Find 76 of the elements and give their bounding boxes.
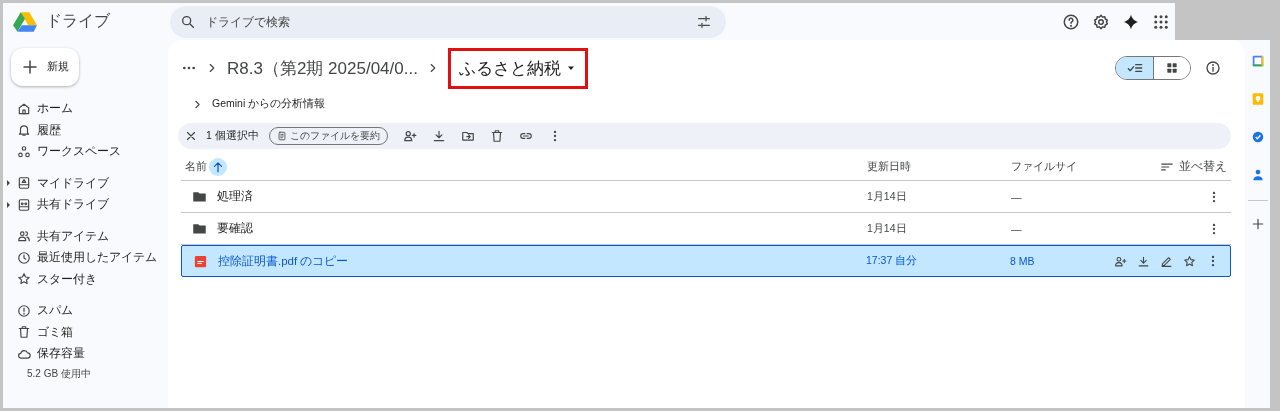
current-folder-button[interactable]: ふるさと納税 <box>447 47 588 89</box>
person-icon[interactable] <box>1250 168 1265 182</box>
workspace-icon <box>17 144 31 159</box>
help-icon[interactable] <box>1062 12 1080 31</box>
share-icon[interactable] <box>402 129 417 143</box>
nav-item[interactable]: スター付き <box>7 268 168 290</box>
sort-button[interactable]: 並べ替え <box>1160 159 1227 174</box>
file-name: 控除証明書.pdf のコピー <box>218 253 349 269</box>
star-icon <box>17 272 31 287</box>
home-icon <box>17 101 31 116</box>
list-view-button[interactable] <box>1116 57 1153 79</box>
share-icon[interactable] <box>1114 254 1127 268</box>
apps-icon[interactable] <box>1152 12 1170 31</box>
trash-icon <box>17 325 31 340</box>
bell-icon <box>17 123 31 138</box>
modified-date: 1月14日 <box>867 221 907 234</box>
calendar-icon[interactable] <box>1250 54 1265 68</box>
expand-icon[interactable] <box>7 180 10 187</box>
file-row[interactable]: 控除証明書.pdf のコピー 17:37 自分 8 MB <box>181 245 1231 277</box>
search-icon <box>180 13 196 30</box>
warning-icon <box>17 303 31 318</box>
nav-item[interactable]: マイドライブ <box>7 172 168 194</box>
nav-item[interactable]: 共有アイテム <box>7 225 168 247</box>
download-icon[interactable] <box>1137 254 1150 268</box>
plus-icon <box>21 58 39 76</box>
task-icon[interactable] <box>1250 130 1265 144</box>
modified-date: 17:37 自分 <box>866 254 918 266</box>
shared-drive-icon <box>17 197 31 212</box>
view-toggle[interactable] <box>1115 56 1191 80</box>
edit-icon[interactable] <box>1160 254 1173 268</box>
folder-icon <box>192 221 207 236</box>
nav-item[interactable]: ホーム <box>7 98 168 120</box>
people-icon <box>17 229 31 244</box>
nav-item[interactable]: スパム <box>7 300 168 322</box>
filter-icon <box>696 13 712 30</box>
nav-item[interactable]: 履歴 <box>7 119 168 141</box>
download-icon[interactable] <box>431 129 446 143</box>
search-field[interactable]: ドライブで検索 <box>204 13 688 30</box>
nav-item[interactable]: ワークスペース <box>7 141 168 163</box>
info-icon[interactable] <box>1205 60 1221 76</box>
sort-ascending-icon[interactable] <box>211 159 225 174</box>
modified-date: 1月14日 <box>867 189 907 202</box>
search-bar[interactable]: ドライブで検索 <box>170 5 726 38</box>
star-icon[interactable] <box>1183 254 1196 268</box>
grid-icon <box>1164 60 1180 76</box>
nav-item[interactable]: 共有ドライブ <box>7 194 168 216</box>
storage-text: 5.2 GB 使用中 <box>26 366 92 381</box>
nav-item[interactable]: 最近使用したアイテム <box>7 247 168 269</box>
grid-view-button[interactable] <box>1153 57 1190 79</box>
column-header[interactable]: ファイルサイ <box>1011 159 1111 174</box>
move-folder-icon[interactable] <box>460 129 475 143</box>
document-icon <box>276 131 287 141</box>
nav-item[interactable]: 保存容量 <box>7 343 168 365</box>
file-size: — <box>1011 222 1022 235</box>
column-header[interactable]: 名前 <box>185 159 207 174</box>
clock-icon <box>17 250 31 265</box>
breadcrumb-link[interactable]: R8.3（第2期 2025/04/0... <box>227 56 418 80</box>
column-header[interactable]: 更新日時 <box>867 159 1011 174</box>
file-size: — <box>1011 190 1022 203</box>
file-name: 要確認 <box>217 221 253 236</box>
selection-count: 1 個選択中 <box>206 129 259 143</box>
settings-icon[interactable] <box>1092 12 1110 31</box>
app-title: ドライブ <box>46 11 110 31</box>
drive-icon <box>17 176 31 191</box>
close-icon[interactable] <box>184 129 198 143</box>
nav-item[interactable]: ゴミ箱 <box>7 321 168 343</box>
folder-icon <box>192 189 207 204</box>
gemini-insights-toggle[interactable]: Gemini からの分析情報 <box>181 93 1231 115</box>
trash-icon[interactable] <box>489 129 504 143</box>
new-button[interactable]: 新規 <box>11 48 79 86</box>
file-size: 8 MB <box>1010 255 1035 267</box>
file-row[interactable]: 処理済 1月14日 — <box>181 181 1231 213</box>
pdf-file-icon <box>193 253 208 269</box>
file-name: 処理済 <box>217 189 253 204</box>
expand-icon[interactable] <box>7 201 10 208</box>
plus-icon[interactable] <box>1250 217 1265 231</box>
